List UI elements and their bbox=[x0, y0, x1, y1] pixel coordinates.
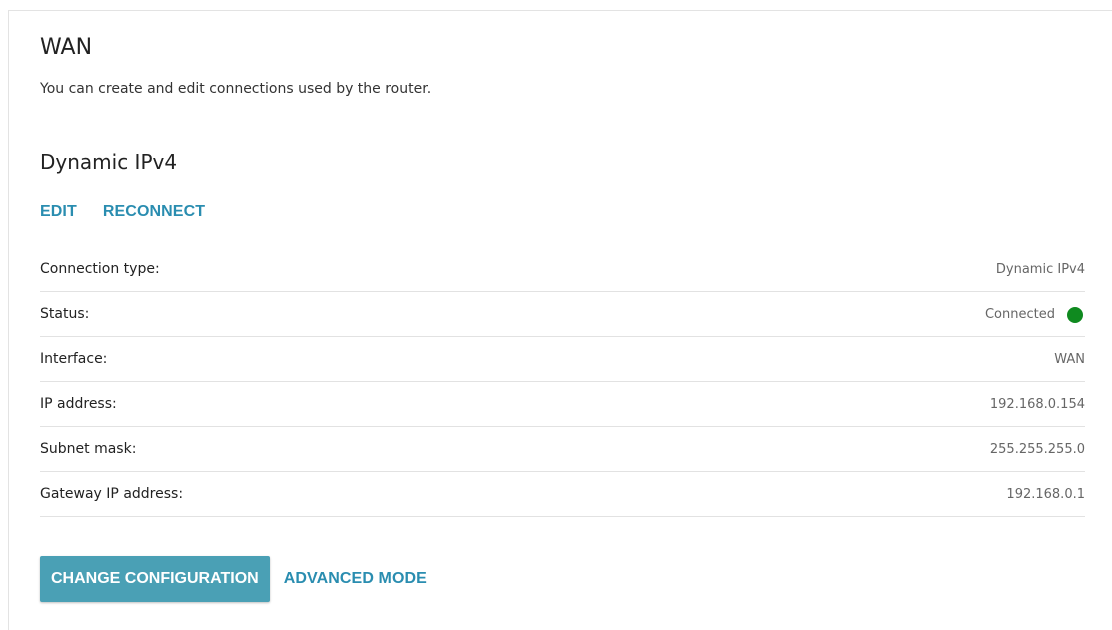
detail-label: Connection type: bbox=[40, 261, 160, 277]
status-value: Connected bbox=[984, 306, 1055, 322]
detail-row-interface: Interface: WAN bbox=[40, 337, 1085, 382]
detail-label: Gateway IP address: bbox=[40, 486, 184, 502]
status-indicator-icon bbox=[1067, 307, 1083, 323]
status-value-container: Connected bbox=[985, 305, 1085, 323]
detail-row-subnet-mask: Subnet mask: 255.255.255.0 bbox=[40, 427, 1085, 472]
detail-row-status: Status: Connected bbox=[40, 292, 1085, 337]
detail-value: 255.255.255.0 bbox=[989, 441, 1085, 457]
page-title: WAN bbox=[40, 35, 93, 60]
detail-label: Interface: bbox=[40, 351, 108, 367]
connection-title: Dynamic IPv4 bbox=[40, 150, 178, 174]
detail-label: Status: bbox=[40, 306, 90, 322]
reconnect-link[interactable]: RECONNECT bbox=[103, 203, 205, 221]
detail-label: Subnet mask: bbox=[40, 441, 137, 457]
detail-label: IP address: bbox=[40, 396, 117, 412]
detail-row-gateway: Gateway IP address: 192.168.0.1 bbox=[40, 472, 1085, 517]
wan-panel: WAN You can create and edit connections … bbox=[8, 10, 1112, 630]
change-configuration-button[interactable]: CHANGE CONFIGURATION bbox=[40, 556, 270, 602]
detail-value: WAN bbox=[1054, 351, 1085, 367]
bottom-actions: CHANGE CONFIGURATION ADVANCED MODE bbox=[40, 556, 427, 602]
connection-actions: EDIT RECONNECT bbox=[40, 203, 205, 221]
advanced-mode-link[interactable]: ADVANCED MODE bbox=[284, 570, 427, 588]
detail-row-ip-address: IP address: 192.168.0.154 bbox=[40, 382, 1085, 427]
detail-value: 192.168.0.1 bbox=[1006, 486, 1085, 502]
detail-value: 192.168.0.154 bbox=[989, 396, 1085, 412]
connection-details: Connection type: Dynamic IPv4 Status: Co… bbox=[40, 247, 1085, 517]
page-description: You can create and edit connections used… bbox=[40, 81, 432, 97]
edit-link[interactable]: EDIT bbox=[40, 203, 77, 221]
detail-value: Dynamic IPv4 bbox=[995, 261, 1085, 277]
detail-row-connection-type: Connection type: Dynamic IPv4 bbox=[40, 247, 1085, 292]
